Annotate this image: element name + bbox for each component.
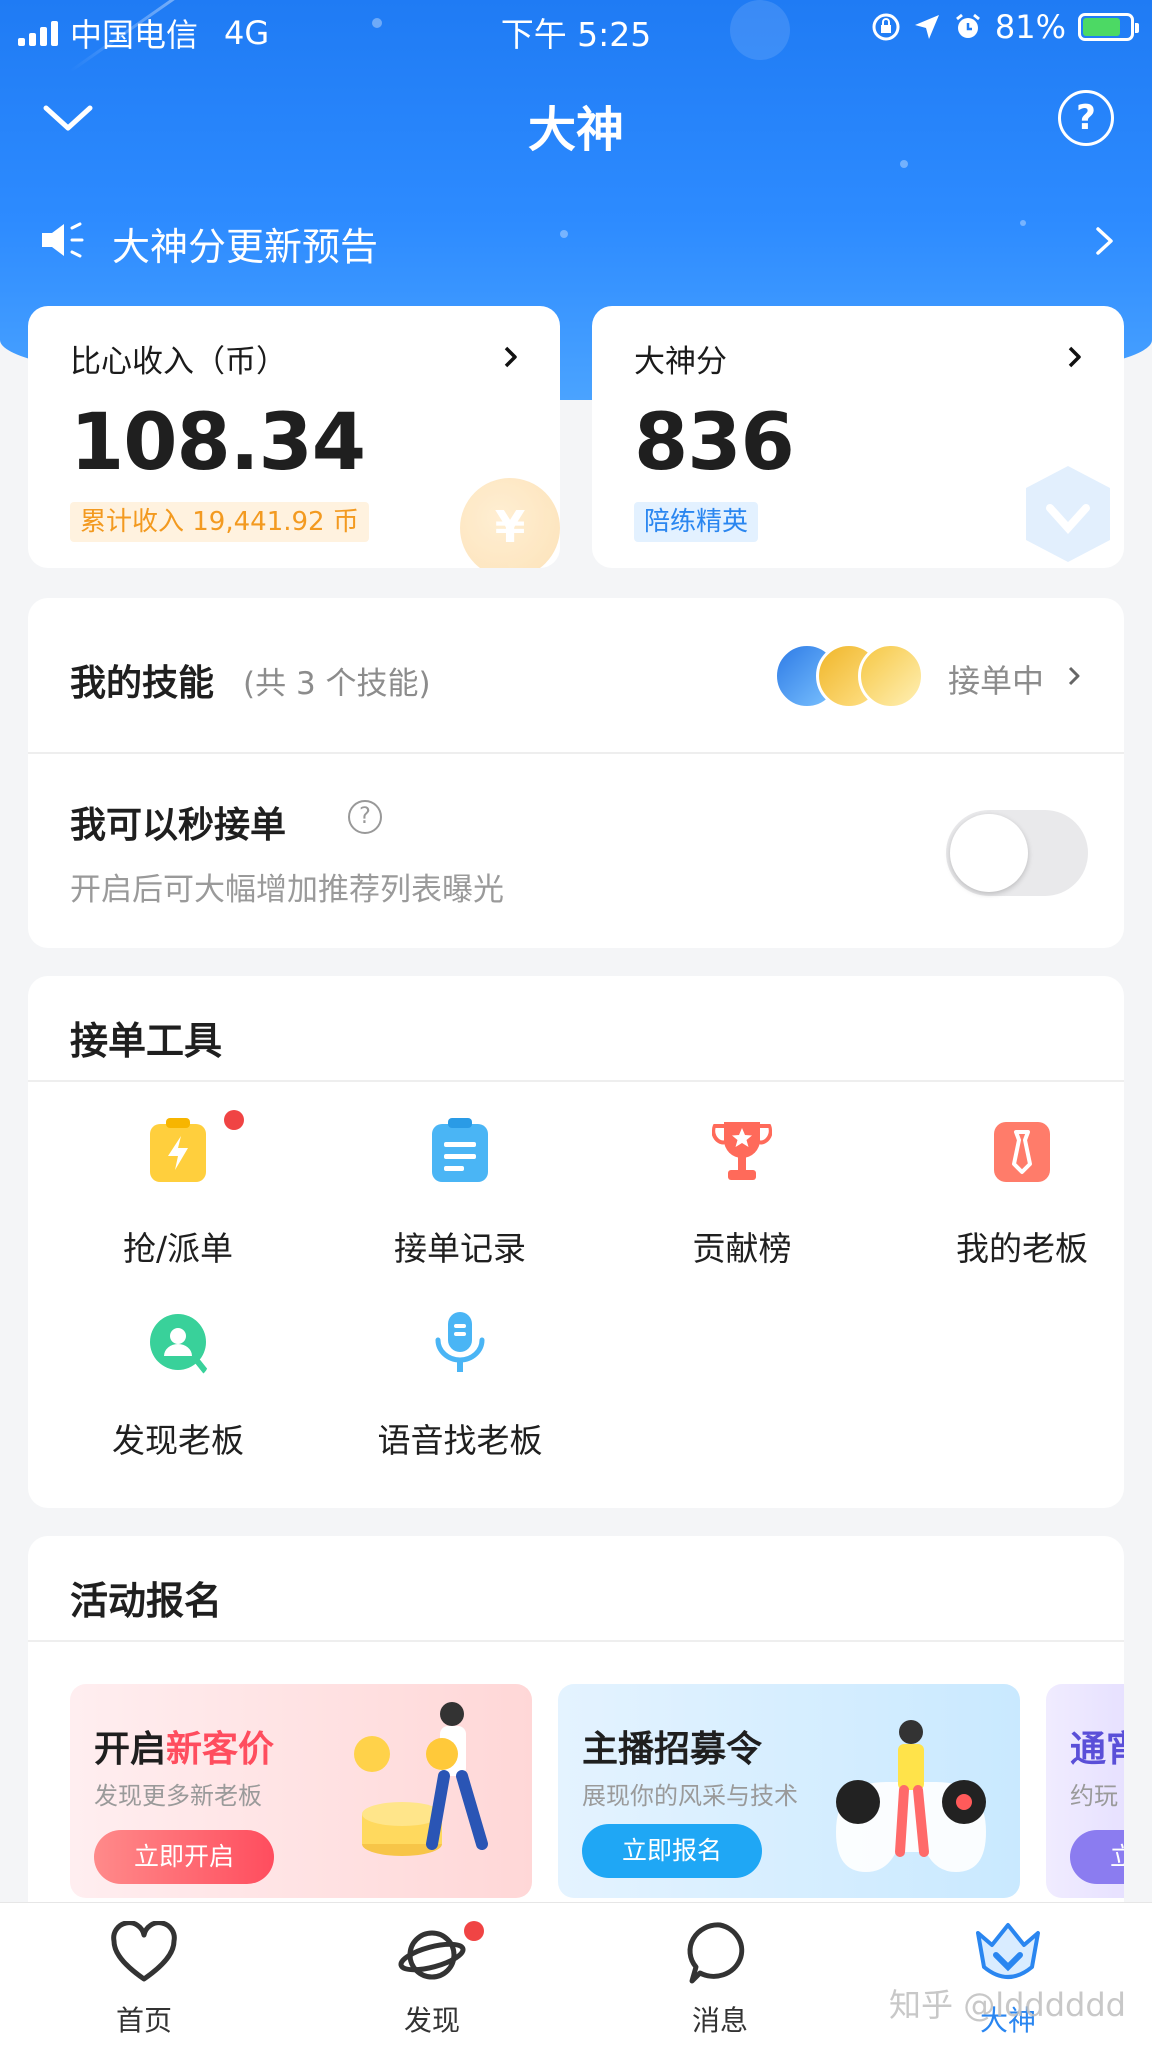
lock-rotation-icon <box>872 13 900 41</box>
watermark: 知乎 @ldddddd <box>889 1986 1126 2024</box>
skill-avatar <box>858 643 924 709</box>
gamepad-player-illustration <box>836 1720 986 1872</box>
banner-subtitle: 展现你的风采与技术 <box>582 1782 798 1810</box>
banner-streamer-recruitment[interactable]: 主播招募令 展现你的风采与技术 立即报名 <box>558 1684 1020 1898</box>
chevron-right-icon <box>1068 346 1081 368</box>
trophy-icon <box>712 1122 772 1180</box>
tie-icon <box>994 1122 1050 1182</box>
chat-bubble-icon <box>687 1922 745 1984</box>
heart-icon <box>111 1921 177 1982</box>
score-value: 836 <box>634 398 795 488</box>
tab-label: 发现 <box>403 2004 460 2037</box>
banner-subtitle: 约玩 <box>1070 1782 1118 1810</box>
tool-label: 发现老板 <box>112 1421 244 1460</box>
signup-now-button[interactable]: 立即报名 <box>582 1824 763 1878</box>
tool-order-records[interactable]: 接单记录 <box>350 1118 570 1288</box>
activities-title: 活动报名 <box>70 1579 223 1623</box>
my-skills-row[interactable]: 我的技能 (共 3 个技能) 接单中 <box>28 598 1124 754</box>
money-bag-icon: ¥ <box>460 478 560 568</box>
tool-label: 接单记录 <box>394 1229 526 1268</box>
banner-button[interactable]: 立 <box>1070 1830 1124 1884</box>
question-circle-icon[interactable]: ? <box>1058 90 1114 146</box>
tab-home[interactable]: 首页 <box>44 1921 244 2041</box>
status-bar: 中国电信 4G 下午 5:25 81% <box>0 0 1152 60</box>
quick-accept-description: 开启后可大幅增加推荐列表曝光 <box>70 872 504 908</box>
tab-label: 首页 <box>115 2004 172 2037</box>
banner-new-customer-price[interactable]: 开启新客价 发现更多新老板 立即开启 <box>70 1684 532 1898</box>
tool-label: 贡献榜 <box>692 1229 792 1268</box>
income-card[interactable]: 比心收入（币） 108.34 累计收入 19,441.92 币 ¥ <box>28 306 560 568</box>
banner-subtitle: 发现更多新老板 <box>94 1782 262 1810</box>
banner-title: 主播招募令 <box>582 1729 763 1770</box>
person-with-coins-illustration <box>354 1702 488 1856</box>
banner-all-night[interactable]: 通宵 约玩 立 <box>1046 1684 1124 1898</box>
page-title: 大神 <box>527 102 624 158</box>
skills-status: 接单中 <box>947 662 1044 700</box>
chevron-right-icon <box>1096 227 1113 255</box>
notification-dot <box>464 1921 484 1941</box>
battery-percent: 81% <box>994 8 1066 46</box>
banner-title: 通宵 <box>1070 1729 1124 1770</box>
chevron-right-icon <box>504 346 517 368</box>
tab-messages[interactable]: 消息 <box>620 1921 820 2041</box>
tab-discover[interactable]: 发现 <box>332 1921 532 2041</box>
speaker-icon <box>42 222 84 258</box>
tool-grab-order[interactable]: 抢/派单 <box>68 1110 288 1288</box>
microphone-icon <box>435 1312 485 1372</box>
chevron-right-icon <box>1068 666 1080 686</box>
toggle-knob <box>950 814 1028 892</box>
navigation-bar: 大神 ? <box>0 70 1152 170</box>
total-income-badge: 累计收入 19,441.92 币 <box>70 502 369 542</box>
battery-charging-icon <box>1078 13 1139 41</box>
person-search-icon <box>150 1314 208 1375</box>
banner-title: 开启新客价 <box>94 1729 275 1770</box>
start-now-button[interactable]: 立即开启 <box>94 1830 275 1884</box>
tools-title: 接单工具 <box>70 1019 223 1063</box>
income-value: 108.34 <box>70 398 366 488</box>
income-label: 比心收入（币） <box>70 344 287 380</box>
question-circle-icon[interactable]: ? <box>348 800 382 834</box>
order-tools-card: 接单工具 抢/派单 接单记录 贡献榜 我的老板 发现老板 语音找老板 <box>28 976 1124 1508</box>
score-label: 大神分 <box>634 344 727 380</box>
tool-label: 我的老板 <box>956 1229 1088 1268</box>
bottom-tab-bar: 首页 发现 消息 大神 <box>0 1902 1152 2048</box>
quick-accept-title: 我可以秒接单 <box>70 805 287 846</box>
shield-icon <box>1026 466 1110 562</box>
notification-dot <box>224 1110 244 1130</box>
record-list-icon <box>432 1118 488 1182</box>
lightning-clipboard-icon <box>150 1118 206 1182</box>
divider <box>28 1080 1124 1082</box>
skills-count: (共 3 个技能) <box>243 666 431 702</box>
alarm-icon <box>955 13 980 38</box>
announcement-bar[interactable]: 大神分更新预告 <box>40 210 1120 270</box>
divider <box>28 1640 1124 1642</box>
skill-avatars <box>774 643 924 709</box>
tool-contribution-rank[interactable]: 贡献榜 <box>632 1118 852 1288</box>
skills-card: 我的技能 (共 3 个技能) 接单中 我可以秒接单 ? 开启后可大幅增加推荐列表… <box>28 598 1124 948</box>
tool-label: 语音找老板 <box>377 1421 543 1460</box>
announcement-text: 大神分更新预告 <box>112 225 379 269</box>
tab-label: 消息 <box>691 2004 748 2037</box>
crown-shield-icon <box>976 1923 1040 1979</box>
tool-my-boss[interactable]: 我的老板 <box>912 1118 1124 1288</box>
quick-accept-toggle[interactable] <box>946 810 1088 896</box>
score-card[interactable]: 大神分 836 陪练精英 <box>592 306 1124 568</box>
status-right: 81% <box>871 8 1139 46</box>
tool-find-boss[interactable]: 发现老板 <box>68 1310 288 1480</box>
tool-voice-find-boss[interactable]: 语音找老板 <box>350 1310 570 1480</box>
level-badge: 陪练精英 <box>634 502 759 542</box>
tool-label: 抢/派单 <box>122 1229 234 1268</box>
planet-icon <box>398 1930 466 1980</box>
location-icon <box>914 15 939 39</box>
skills-title: 我的技能 <box>70 663 215 704</box>
